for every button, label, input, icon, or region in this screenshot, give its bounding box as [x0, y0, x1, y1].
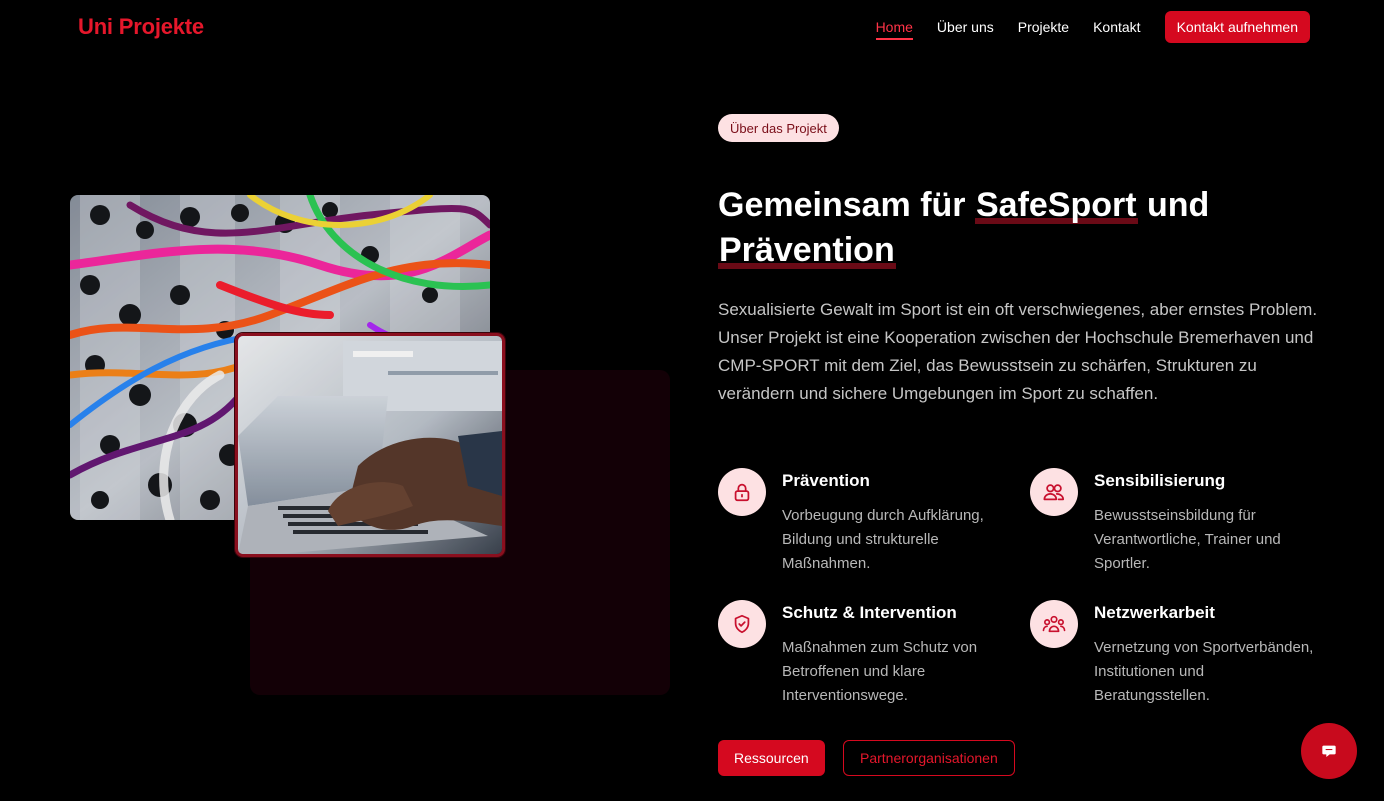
- feature-title: Netzwerkarbeit: [1094, 603, 1215, 622]
- chat-button[interactable]: [1301, 723, 1357, 779]
- headline-highlight-praevention: Prävention: [718, 231, 896, 269]
- laptop-typing-image: [235, 333, 505, 557]
- feature-title: Sensibilisierung: [1094, 471, 1226, 490]
- shield-check-icon: [718, 600, 766, 648]
- feature-title: Prävention: [782, 471, 870, 490]
- resources-button[interactable]: Ressourcen: [718, 740, 825, 776]
- feature-description: Bewusstseinsbildung für Verantwortliche,…: [1094, 507, 1281, 572]
- hero-headline: Gemeinsam für SafeSport und Prävention: [718, 183, 1318, 273]
- headline-part-1: Gemeinsam für: [718, 186, 975, 224]
- headline-highlight-safesport: SafeSport: [974, 186, 1138, 224]
- nav-ueber-uns[interactable]: Über uns: [937, 11, 994, 43]
- main-nav: Home Über uns Projekte Kontakt Kontakt a…: [875, 11, 1310, 43]
- brand-logo[interactable]: Uni Projekte: [78, 14, 204, 40]
- network-icon: [1030, 600, 1078, 648]
- nav-projekte[interactable]: Projekte: [1018, 11, 1069, 43]
- lock-icon: [718, 468, 766, 516]
- feature-description: Maßnahmen zum Schutz von Betroffenen und…: [782, 639, 978, 704]
- feature-description: Vernetzung von Sportverbänden, Instituti…: [1094, 639, 1314, 704]
- feature-description: Vorbeugung durch Aufklärung, Bildung und…: [782, 507, 984, 572]
- chat-icon: [1322, 745, 1336, 757]
- nav-home[interactable]: Home: [875, 11, 914, 43]
- partner-organizations-button[interactable]: Partnerorganisationen: [843, 740, 1015, 776]
- site-header: Uni Projekte Home Über uns Projekte Kont…: [0, 0, 1384, 56]
- intro-text: Sexualisierte Gewalt im Sport ist ein of…: [718, 300, 1318, 403]
- headline-part-2: und: [1137, 186, 1210, 224]
- users-icon: [1030, 468, 1078, 516]
- nav-kontakt[interactable]: Kontakt: [1093, 11, 1140, 43]
- feature-title: Schutz & Intervention: [782, 603, 957, 622]
- page: Uni Projekte Home Über uns Projekte Kont…: [0, 0, 1384, 801]
- contact-cta-button[interactable]: Kontakt aufnehmen: [1164, 11, 1310, 43]
- section-badge: Über das Projekt: [718, 114, 839, 142]
